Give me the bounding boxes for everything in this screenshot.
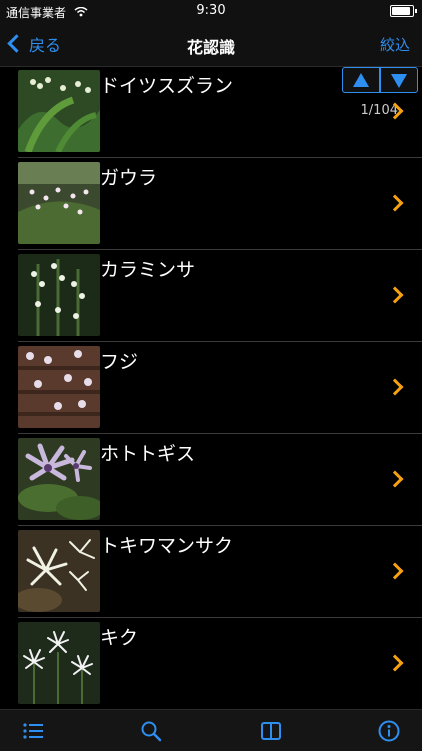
flower-name: ホトトギス <box>100 443 196 465</box>
list-item[interactable]: キク <box>18 619 422 709</box>
triangle-up-icon <box>353 73 369 87</box>
status-time: 9:30 <box>196 3 226 18</box>
book-icon[interactable] <box>260 720 282 742</box>
chevron-right-icon <box>386 654 404 672</box>
battery-icon <box>390 5 417 17</box>
flower-thumbnail <box>18 346 100 428</box>
battery-level <box>392 7 410 15</box>
flower-thumbnail <box>18 530 100 612</box>
navigation-bar: 戻る 花認識 絞込 <box>0 22 422 67</box>
list-item[interactable]: ガウラ <box>18 159 422 250</box>
list-item[interactable]: カラミンサ <box>18 251 422 342</box>
flower-thumbnail <box>18 70 100 152</box>
search-icon[interactable] <box>140 720 162 742</box>
previous-button[interactable] <box>342 67 380 93</box>
flower-name: キク <box>100 627 139 649</box>
list-icon[interactable] <box>22 720 44 742</box>
triangle-down-icon <box>391 74 407 88</box>
flower-name: フジ <box>100 351 139 373</box>
flower-name: トキワマンサク <box>100 535 234 557</box>
flower-name: ガウラ <box>100 167 158 189</box>
chevron-right-icon <box>386 562 404 580</box>
flower-thumbnail <box>18 622 100 704</box>
filter-button[interactable]: 絞込 <box>380 34 410 55</box>
list-item[interactable]: トキワマンサク <box>18 527 422 618</box>
flower-name: ドイツスズラン <box>100 75 234 97</box>
info-icon[interactable] <box>378 720 400 742</box>
flower-thumbnail <box>18 162 100 244</box>
flower-thumbnail <box>18 254 100 336</box>
flower-name: カラミンサ <box>100 259 196 281</box>
chevron-right-icon <box>386 286 404 304</box>
list-item[interactable]: ホトトギス <box>18 435 422 526</box>
chevron-right-icon <box>386 194 404 212</box>
status-bar: 通信事業者 9:30 <box>0 0 422 22</box>
flower-list: ドイツスズラン 1/104 ガウラ カラミンサ フジ ホトトギス トキワマンサク… <box>0 67 422 709</box>
list-item[interactable]: ドイツスズラン 1/104 <box>18 67 422 158</box>
chevron-right-icon <box>386 378 404 396</box>
list-item[interactable]: フジ <box>18 343 422 434</box>
next-button[interactable] <box>380 67 418 93</box>
flower-thumbnail <box>18 438 100 520</box>
page-title: 花認識 <box>186 38 235 57</box>
chevron-right-icon <box>386 470 404 488</box>
tab-bar <box>0 709 422 751</box>
